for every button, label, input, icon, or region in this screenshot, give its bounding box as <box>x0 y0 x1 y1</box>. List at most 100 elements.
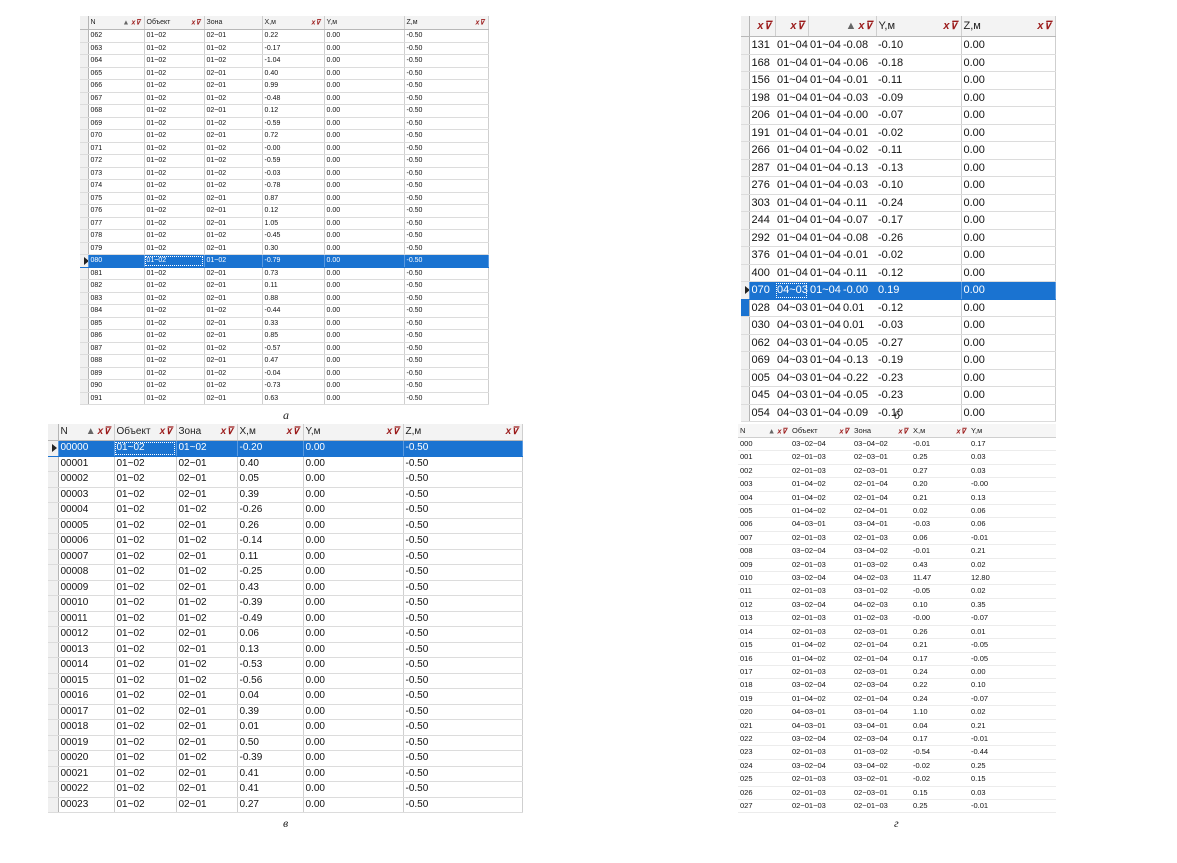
table-cell[interactable]: 01~02 <box>114 502 177 519</box>
table-cell[interactable]: 01~02 <box>144 142 205 155</box>
table-row[interactable]: 062 01~02 02~01 0.22 0.00 -0.50 <box>80 29 489 43</box>
table-row[interactable]: 064 01~02 01~02 -1.04 0.00 -0.50 <box>80 54 489 68</box>
table-cell[interactable]: 023 <box>738 745 790 760</box>
row-indicator[interactable] <box>80 329 89 343</box>
table-row[interactable]: 013 02~01~03 01~02~03 -0.00 -0.07 <box>738 611 1056 626</box>
table-cell[interactable]: -0.26 <box>876 229 962 247</box>
row-indicator[interactable] <box>48 642 59 658</box>
table-cell[interactable]: 0.00 <box>324 79 405 93</box>
table-cell[interactable]: 02~01 <box>204 279 263 293</box>
table-cell[interactable]: 01~02 <box>176 657 238 674</box>
table-cell[interactable]: 287 <box>749 159 775 177</box>
row-indicator[interactable] <box>80 154 89 168</box>
table-cell[interactable]: -0.10 <box>876 176 962 195</box>
table-cell[interactable]: 0.00 <box>324 354 405 368</box>
table-cell[interactable]: 004 <box>738 491 790 506</box>
table-cell[interactable]: 027 <box>738 799 790 814</box>
table-cell[interactable]: 01~02 <box>144 42 205 55</box>
table-cell[interactable]: -0.78 <box>262 179 325 193</box>
row-indicator[interactable] <box>80 29 89 43</box>
table-row[interactable]: 063 01~02 01~02 -0.17 0.00 -0.50 <box>80 42 489 55</box>
table-cell[interactable]: 0.02 <box>911 504 969 519</box>
table-cell[interactable]: -0.50 <box>404 292 489 305</box>
table-cell[interactable]: 0.02 <box>969 558 1056 573</box>
table-cell[interactable]: 0.00 <box>303 797 404 813</box>
table-cell[interactable]: 01~02 <box>204 229 263 243</box>
table-cell[interactable]: 01~04 <box>808 281 841 300</box>
row-indicator[interactable] <box>48 518 59 534</box>
table-cell[interactable]: 025 <box>738 772 790 787</box>
row-indicator[interactable] <box>80 54 89 68</box>
row-indicator[interactable] <box>741 89 750 107</box>
table-cell[interactable]: 01~02 <box>114 688 177 705</box>
table-cell[interactable]: 01~02 <box>144 167 205 180</box>
table-cell[interactable]: -0.10 <box>876 404 962 422</box>
table-cell[interactable]: -0.23 <box>876 386 962 405</box>
table-cell[interactable]: 01~04 <box>808 404 841 422</box>
table-cell[interactable]: 02~01~03 <box>790 625 852 640</box>
table-cell[interactable]: 0.00 <box>961 194 1056 212</box>
table-cell[interactable]: 00017 <box>58 704 115 720</box>
table-cell[interactable]: 01~02 <box>144 229 205 243</box>
table-cell[interactable]: -0.07 <box>841 211 876 230</box>
table-cell[interactable]: -0.14 <box>237 533 304 550</box>
table-cell[interactable]: -0.50 <box>404 354 489 368</box>
table-cell[interactable]: 02~01 <box>204 204 263 218</box>
table-cell[interactable]: 02~01 <box>176 456 238 472</box>
table-cell[interactable]: -0.00 <box>841 106 876 125</box>
table-cell[interactable]: 02~01 <box>204 329 263 343</box>
table-cell[interactable]: 01~02 <box>144 267 205 280</box>
filter-icon[interactable]: x⊽ <box>221 426 234 437</box>
table-cell[interactable]: 0.00 <box>961 71 1056 90</box>
table-cell[interactable]: -0.01 <box>841 124 876 142</box>
table-cell[interactable]: 084 <box>88 304 145 318</box>
table-cell[interactable]: 02~01 <box>204 217 263 230</box>
table-cell[interactable]: 00012 <box>58 626 115 643</box>
table-cell[interactable]: 01~04 <box>808 386 841 405</box>
table-cell[interactable]: 00015 <box>58 673 115 689</box>
table-cell[interactable]: -0.50 <box>404 379 489 393</box>
column-header-zone[interactable]: Зона x⊽ <box>176 424 238 441</box>
table-cell[interactable]: 01~02 <box>144 242 205 255</box>
filter-icon[interactable]: x⊽ <box>387 426 400 437</box>
table-row[interactable]: 244 01~04 01~04 -0.07 -0.17 0.00 <box>741 211 1056 230</box>
filter-icon[interactable]: x⊽ <box>131 19 140 26</box>
table-row[interactable]: 276 01~04 01~04 -0.03 -0.10 0.00 <box>741 176 1056 195</box>
table-cell[interactable]: 0.11 <box>262 279 325 293</box>
table-cell[interactable]: 00008 <box>58 564 115 581</box>
table-cell[interactable]: 01~02 <box>144 392 205 405</box>
column-header-y[interactable]: Y,м <box>969 424 1056 438</box>
table-cell[interactable]: -0.50 <box>404 54 489 68</box>
table-cell[interactable]: 206 <box>749 106 775 125</box>
row-indicator[interactable] <box>741 211 750 230</box>
table-cell[interactable]: 02~01 <box>176 487 238 503</box>
table-cell[interactable]: -0.02 <box>876 246 962 265</box>
table-row[interactable]: 00012 01~02 02~01 0.06 0.00 -0.50 <box>48 626 523 643</box>
row-indicator[interactable] <box>48 704 59 720</box>
table-row[interactable]: 068 01~02 02~01 0.12 0.00 -0.50 <box>80 104 489 118</box>
table-cell[interactable]: 292 <box>749 229 775 247</box>
table-cell[interactable]: 01~02 <box>144 329 205 343</box>
table-cell[interactable]: -0.05 <box>841 334 876 352</box>
table-cell[interactable]: 04~03~01 <box>790 719 852 733</box>
table-cell[interactable]: -0.00 <box>262 142 325 155</box>
table-cell[interactable]: 02~01 <box>176 704 238 720</box>
table-cell[interactable]: -0.01 <box>911 437 969 452</box>
column-header-x[interactable]: X,м x⊽ <box>262 16 325 30</box>
table-cell[interactable]: 077 <box>88 217 145 230</box>
table-cell[interactable]: 0.00 <box>303 657 404 674</box>
table-cell[interactable]: 0.00 <box>969 665 1056 680</box>
table-cell[interactable]: 070 <box>749 281 775 300</box>
table-cell[interactable]: 01~02 <box>144 292 205 305</box>
table-cell[interactable]: 0.00 <box>324 54 405 68</box>
table-cell[interactable]: 02~01~04 <box>852 491 911 506</box>
table-cell[interactable]: 0.00 <box>303 704 404 720</box>
table-cell[interactable]: 01~02 <box>114 750 177 767</box>
row-indicator[interactable] <box>80 267 89 280</box>
table-row[interactable]: 191 01~04 01~04 -0.01 -0.02 0.00 <box>741 124 1056 142</box>
table-cell[interactable]: 01~02 <box>204 142 263 155</box>
row-indicator[interactable] <box>741 404 750 422</box>
table-cell[interactable]: 01~02 <box>144 92 205 105</box>
table-cell[interactable]: -0.05 <box>911 584 969 599</box>
table-cell[interactable]: 0.25 <box>911 799 969 814</box>
